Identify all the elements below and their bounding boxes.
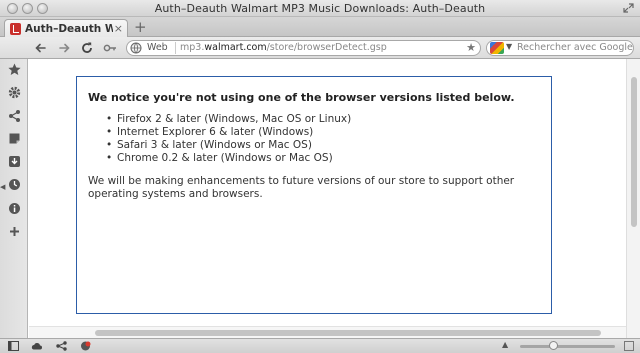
tab-walmart[interactable]: Auth–Deauth Walmar... × xyxy=(4,19,128,38)
list-item: Safari 3 & later (Windows or Mac OS) xyxy=(106,139,540,152)
fullscreen-icon[interactable] xyxy=(623,3,634,13)
cloud-icon[interactable] xyxy=(31,341,42,351)
list-item: Internet Explorer 6 & later (Windows) xyxy=(106,126,540,139)
history-icon[interactable] xyxy=(8,178,21,191)
share-icon[interactable] xyxy=(8,109,21,122)
info-icon[interactable] xyxy=(8,202,21,215)
share-icon[interactable] xyxy=(56,341,67,351)
download-icon[interactable] xyxy=(8,155,21,168)
gear-icon[interactable] xyxy=(8,86,21,99)
zoom-fit-icon[interactable] xyxy=(624,341,634,351)
horizontal-scroll-thumb[interactable] xyxy=(95,330,601,336)
window-title: Auth–Deauth Walmart MP3 Music Downloads:… xyxy=(154,2,486,15)
zoom-menu-icon[interactable]: ▲ xyxy=(502,340,508,349)
panel-pointer-icon: ◀ xyxy=(0,183,6,191)
globe-icon xyxy=(130,42,142,54)
sidebar-panel: ◀ xyxy=(0,59,28,338)
supported-browser-list: Firefox 2 & later (Windows, Mac OS or Li… xyxy=(106,113,540,165)
vertical-scroll-thumb[interactable] xyxy=(631,77,637,227)
site-info-label: Web xyxy=(147,42,168,53)
browser-notice-box: We notice you're not using one of the br… xyxy=(76,76,552,314)
list-item: Firefox 2 & later (Windows, Mac OS or Li… xyxy=(106,113,540,126)
tab-bar: Auth–Deauth Walmar... × + xyxy=(0,17,640,38)
page-content: We notice you're not using one of the br… xyxy=(29,59,626,338)
url-text[interactable]: mp3.walmart.com/store/browserDetect.gsp xyxy=(180,42,387,53)
star-icon[interactable] xyxy=(8,63,21,76)
bookmark-star-icon[interactable]: ★ xyxy=(466,41,476,54)
chevron-down-icon[interactable]: ▼ xyxy=(506,42,512,51)
forward-icon[interactable] xyxy=(56,40,72,56)
url-path: /store/browserDetect.gsp xyxy=(266,42,387,53)
search-placeholder: Rechercher avec Google xyxy=(517,42,633,53)
list-item: Chrome 0.2 & later (Windows or Mac OS) xyxy=(106,152,540,165)
google-icon[interactable] xyxy=(490,42,504,54)
horizontal-scrollbar[interactable] xyxy=(29,326,626,338)
panel-toggle-icon[interactable] xyxy=(8,341,19,351)
navigation-bar: Web mp3.walmart.com/store/browserDetect.… xyxy=(0,37,640,59)
plus-icon[interactable] xyxy=(8,225,21,238)
tab-title: Auth–Deauth Walmar... xyxy=(25,23,113,35)
vertical-scrollbar[interactable] xyxy=(626,59,640,338)
walmart-favicon-icon xyxy=(10,23,21,35)
notice-title: We notice you're not using one of the br… xyxy=(88,91,515,104)
url-divider xyxy=(175,42,176,54)
notice-message: We will be making enhancements to future… xyxy=(88,175,515,200)
url-prefix: mp3. xyxy=(180,42,205,53)
reload-icon[interactable] xyxy=(79,40,95,56)
zoom-slider[interactable] xyxy=(520,345,615,348)
alert-icon[interactable] xyxy=(80,341,91,351)
title-bar: Auth–Deauth Walmart MP3 Music Downloads:… xyxy=(0,0,640,17)
back-icon[interactable] xyxy=(33,40,49,56)
zoom-slider-handle[interactable] xyxy=(549,341,558,350)
search-field[interactable]: ▼ Rechercher avec Google xyxy=(486,40,634,56)
note-icon[interactable] xyxy=(8,132,21,145)
url-host: walmart.com xyxy=(204,42,267,53)
key-icon[interactable] xyxy=(102,40,118,56)
tab-close-icon[interactable]: × xyxy=(114,22,123,35)
new-tab-button[interactable]: + xyxy=(134,18,147,36)
address-bar[interactable]: Web mp3.walmart.com/store/browserDetect.… xyxy=(126,40,481,56)
status-bar: ▲ xyxy=(0,338,640,353)
